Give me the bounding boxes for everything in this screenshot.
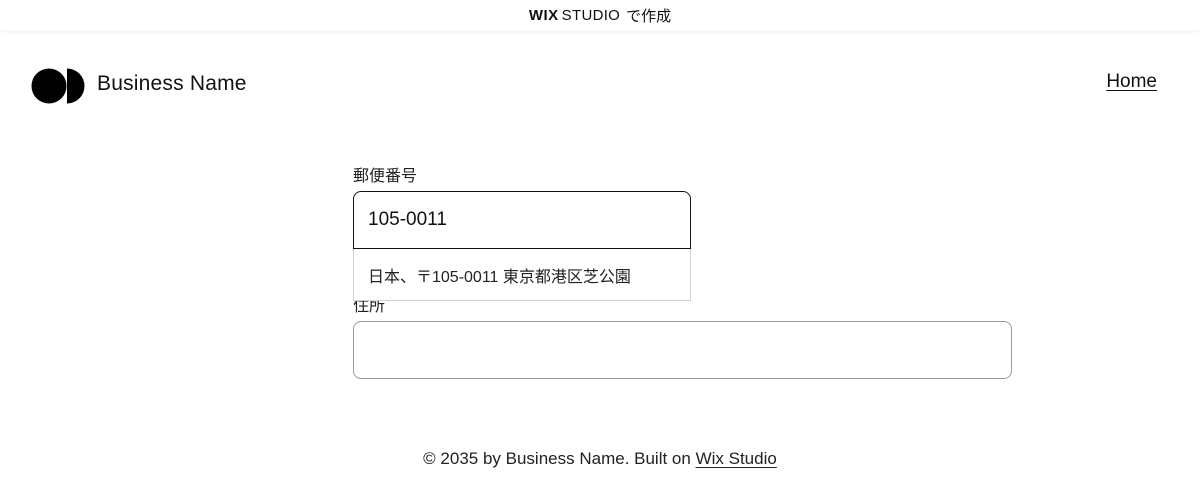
postal-code-input[interactable]: 105-0011 xyxy=(353,191,691,249)
footer-copyright: © 2035 by Business Name. Built on xyxy=(423,449,696,468)
address-suggestion-item[interactable]: 日本、〒105-0011 東京都港区芝公園 xyxy=(353,249,691,301)
two-halves-logo-icon[interactable] xyxy=(31,68,87,104)
address-suggestion-text: 日本、〒105-0011 東京都港区芝公園 xyxy=(368,268,631,286)
nav-home-link[interactable]: Home xyxy=(1106,71,1157,93)
studio-wordmark: STUDIO xyxy=(561,6,621,24)
business-name[interactable]: Business Name xyxy=(97,72,247,96)
postal-code-value: 105-0011 xyxy=(368,209,447,230)
footer: © 2035 by Business Name. Built on Wix St… xyxy=(0,449,1200,469)
banner-suffix: で作成 xyxy=(626,7,672,25)
address-input[interactable] xyxy=(353,321,1012,379)
postal-code-label: 郵便番号 xyxy=(353,168,418,185)
wix-studio-link[interactable]: Wix Studio xyxy=(696,449,777,468)
wix-wordmark: WIX xyxy=(528,6,559,24)
wix-studio-banner[interactable]: WIX STUDIO で作成 xyxy=(0,0,1200,30)
